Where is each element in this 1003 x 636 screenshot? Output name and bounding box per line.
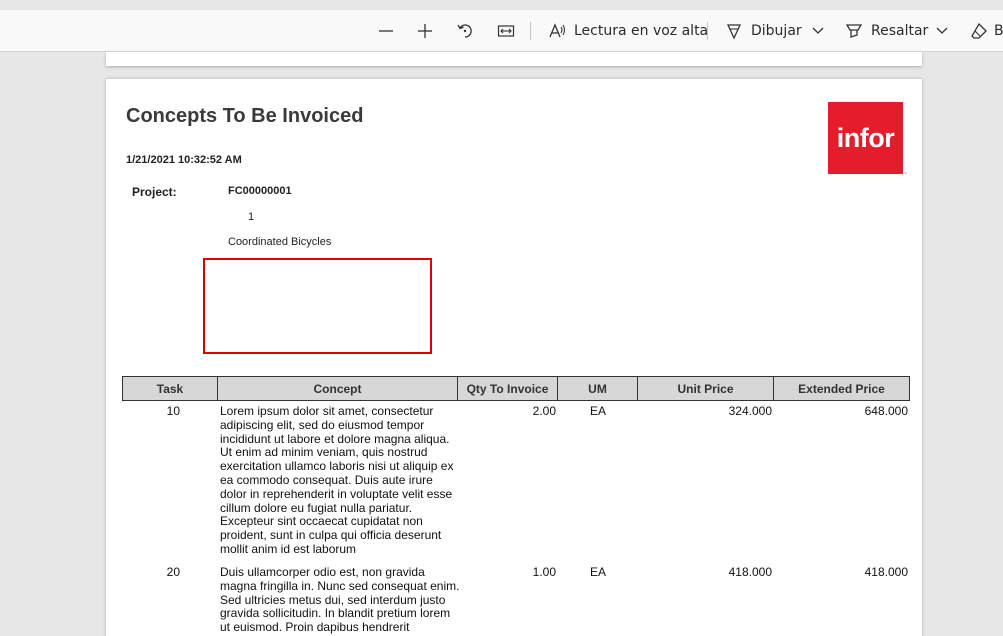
column-header-qty: Qty To Invoice [457,376,558,401]
table-row: 20 Duis ullamcorper odio est, non gravid… [122,565,910,636]
column-header-unit-price: Unit Price [637,376,774,401]
logo-text: infor [836,122,895,153]
qty-cell: 1.00 [532,565,556,579]
highlight-options-dropdown[interactable] [935,10,949,52]
draw-button[interactable]: Dibujar [725,10,802,52]
unit-price-cell: 324.000 [728,404,772,418]
qty-cell: 2.00 [532,404,556,418]
chevron-down-icon [812,27,824,34]
table-header: Task Concept Qty To Invoice UM Unit Pric… [122,376,910,401]
title-bar-strip [0,0,1003,10]
fit-width-icon [497,25,515,37]
highlight-button[interactable]: Resaltar [845,10,928,52]
project-label: Project: [132,185,177,199]
page-title: Concepts To Be Invoiced [126,105,364,127]
project-number: 1 [248,211,255,223]
read-aloud-button[interactable]: Lectura en voz alta [548,10,708,52]
erase-button[interactable]: B [970,10,1003,52]
eraser-icon [971,22,987,39]
draw-label: Dibujar [751,23,802,39]
extended-price-cell: 418.000 [864,565,908,579]
redaction-box [203,258,432,354]
highlight-label: Resaltar [871,23,929,39]
toolbar-divider [707,22,708,40]
task-cell: 20 [166,565,180,579]
column-header-task: Task [122,376,218,401]
minus-icon [379,30,393,32]
previous-page [106,52,922,66]
report-datetime: 1/21/2021 10:32:52 AM [126,154,242,166]
column-header-concept: Concept [217,376,458,401]
chevron-down-icon [936,27,948,34]
plus-icon [418,24,432,38]
document-page: Concepts To Be Invoiced 1/21/2021 10:32:… [106,79,922,636]
zoom-in-button[interactable] [416,10,434,52]
pen-icon [726,24,742,40]
highlighter-icon [845,24,863,38]
zoom-out-button[interactable] [377,10,395,52]
read-aloud-icon [549,23,566,38]
column-header-extended-price: Extended Price [773,376,910,401]
logo-trademark: ™ [903,171,907,176]
table-row: 10 Lorem ipsum dolor sit amet, consectet… [122,404,910,557]
extended-price-cell: 648.000 [864,404,908,418]
pdf-toolbar: Lectura en voz alta Dibujar Resaltar B [0,10,1003,52]
unit-price-cell: 418.000 [728,565,772,579]
task-cell: 10 [166,404,180,418]
infor-logo: infor [828,102,903,174]
um-cell: EA [589,565,606,579]
um-cell: EA [589,404,606,418]
rotate-icon [457,24,472,38]
read-aloud-label: Lectura en voz alta [574,23,709,39]
concept-cell: Duis ullamcorper odio est, non gravida m… [220,565,460,635]
concept-cell: Lorem ipsum dolor sit amet, consectetur … [220,404,454,556]
project-name: Coordinated Bicycles [228,236,332,248]
project-code: FC00000001 [228,185,292,197]
draw-options-dropdown[interactable] [811,10,825,52]
fit-page-button[interactable] [497,10,515,52]
erase-label: B [994,23,1003,39]
rotate-button[interactable] [456,10,474,52]
toolbar-divider [530,22,531,40]
column-header-um: UM [557,376,638,401]
